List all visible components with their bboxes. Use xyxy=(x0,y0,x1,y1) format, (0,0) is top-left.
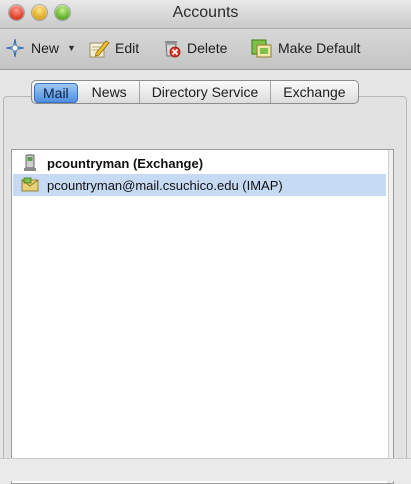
make-default-button-label: Make Default xyxy=(278,40,361,56)
exchange-server-icon xyxy=(21,154,39,172)
content-area: Mail News Directory Service Exchange pco… xyxy=(0,70,411,484)
new-sparkle-icon xyxy=(4,37,26,59)
new-account-button[interactable]: New ▼ xyxy=(4,36,76,60)
accounts-window: Accounts New ▼ Edit Delete Make Default … xyxy=(0,0,411,484)
edit-account-button[interactable]: Edit xyxy=(88,36,139,60)
new-button-label: New xyxy=(31,40,60,56)
delete-trash-icon xyxy=(160,37,182,59)
dropdown-arrow-icon[interactable]: ▼ xyxy=(67,43,76,53)
list-scrollbar[interactable] xyxy=(388,150,393,483)
tab-news[interactable]: News xyxy=(80,81,139,103)
make-default-icon xyxy=(251,37,273,59)
bottom-strip xyxy=(0,458,411,481)
window-title: Accounts xyxy=(172,4,239,21)
account-list[interactable]: pcountryman (Exchange) pcountryman@mail.… xyxy=(11,149,394,484)
title-bar: Accounts xyxy=(0,0,411,29)
account-name: pcountryman (Exchange) xyxy=(47,155,204,171)
tab-exchange[interactable]: Exchange xyxy=(270,81,357,103)
tab-directory-service[interactable]: Directory Service xyxy=(138,81,271,103)
tab-panel: pcountryman (Exchange) pcountryman@mail.… xyxy=(3,96,407,484)
account-type-tabs: Mail News Directory Service Exchange xyxy=(31,80,359,104)
edit-button-label: Edit xyxy=(115,40,140,56)
make-default-button[interactable]: Make Default xyxy=(251,36,360,60)
list-item[interactable]: pcountryman (Exchange) xyxy=(13,152,386,174)
imap-mailbox-icon xyxy=(21,176,39,194)
edit-pencil-icon xyxy=(88,37,110,59)
account-name: pcountryman@mail.csuchico.edu (IMAP) xyxy=(47,177,283,193)
delete-account-button[interactable]: Delete xyxy=(160,36,227,60)
tab-mail[interactable]: Mail xyxy=(34,83,78,103)
list-item-selected[interactable]: pcountryman@mail.csuchico.edu (IMAP) xyxy=(13,174,386,196)
toolbar: New ▼ Edit Delete Make Default xyxy=(0,29,411,70)
delete-button-label: Delete xyxy=(187,40,228,56)
